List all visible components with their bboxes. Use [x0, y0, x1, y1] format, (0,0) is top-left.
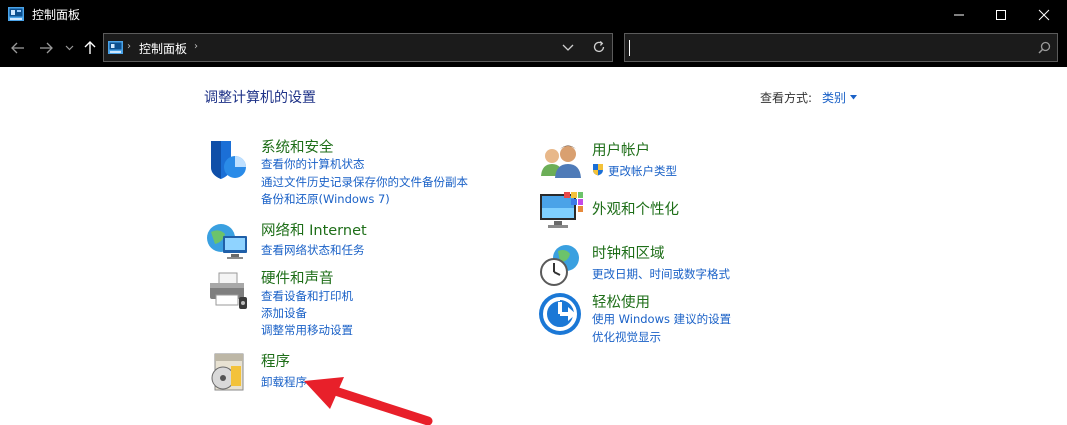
page-title: 调整计算机的设置 — [204, 90, 316, 106]
category-hardware-sound: 硬件和声音 查看设备和打印机 添加设备 调整常用移动设置 — [205, 267, 505, 342]
forward-button[interactable] — [36, 38, 56, 58]
category-appearance: 外观和个性化 — [538, 190, 838, 235]
link-windows-recommended-settings[interactable]: 使用 Windows 建议的设置 — [592, 311, 731, 327]
address-bar[interactable]: › 控制面板 › — [103, 33, 613, 62]
link-backup-restore[interactable]: 备份和还原(Windows 7) — [261, 191, 390, 207]
search-box[interactable] — [624, 33, 1058, 62]
recent-locations-button[interactable] — [62, 38, 76, 58]
link-view-computer-status[interactable]: 查看你的计算机状态 — [261, 156, 365, 172]
close-button[interactable] — [1021, 0, 1067, 30]
link-change-date-time-format[interactable]: 更改日期、时间或数字格式 — [592, 266, 730, 282]
printer-icon[interactable] — [205, 267, 251, 313]
link-optimize-visual-display[interactable]: 优化视觉显示 — [592, 329, 661, 345]
title-bar: 控制面板 — [0, 0, 1067, 30]
chevron-right-icon[interactable]: › — [194, 41, 198, 52]
minimize-button[interactable] — [936, 0, 982, 30]
maximize-button[interactable] — [978, 0, 1024, 30]
uac-shield-icon — [593, 164, 603, 176]
category-title-system[interactable]: 系统和安全 — [261, 136, 334, 157]
refresh-icon[interactable] — [592, 40, 606, 54]
clock-globe-icon[interactable] — [538, 242, 584, 288]
search-input[interactable] — [629, 37, 1029, 58]
control-panel-app-icon — [8, 7, 24, 21]
shield-icon[interactable] — [205, 137, 251, 183]
link-change-account-type[interactable]: 更改帐户类型 — [608, 163, 677, 179]
globe-network-icon[interactable] — [205, 218, 251, 264]
view-mode-dropdown[interactable]: 类别 — [822, 89, 846, 106]
caret-down-icon[interactable] — [850, 95, 858, 100]
breadcrumb-control-panel[interactable]: 控制面板 — [139, 40, 187, 57]
chevron-down-icon — [65, 45, 73, 51]
category-title-ease[interactable]: 轻松使用 — [592, 291, 650, 312]
monitor-palette-icon[interactable] — [538, 190, 584, 236]
control-panel-icon — [108, 41, 123, 54]
category-title-programs[interactable]: 程序 — [261, 350, 290, 371]
category-title-appearance[interactable]: 外观和个性化 — [592, 198, 679, 219]
text-caret — [629, 40, 630, 56]
maximize-icon — [996, 10, 1006, 20]
chevron-down-icon[interactable] — [562, 42, 574, 52]
up-button[interactable] — [80, 38, 100, 58]
arrow-right-icon — [40, 42, 53, 54]
view-mode-label: 查看方式: — [760, 91, 813, 105]
category-ease-of-access: 轻松使用 使用 Windows 建议的设置 优化视觉显示 — [538, 292, 838, 347]
control-panel-window: 控制面板 › 控制面板 › 调整计算机的设置 查看方式: 类别 系统和安全 查看… — [0, 0, 1067, 425]
chevron-right-icon: › — [127, 41, 131, 52]
category-system-security: 系统和安全 查看你的计算机状态 通过文件历史记录保存你的文件备份副本 备份和还原… — [205, 137, 505, 212]
window-title: 控制面板 — [32, 8, 81, 22]
annotation-arrow-icon — [304, 377, 433, 425]
view-mode: 查看方式: 类别 — [760, 89, 858, 106]
link-mobility-settings[interactable]: 调整常用移动设置 — [261, 322, 353, 338]
category-title-network[interactable]: 网络和 Internet — [261, 219, 367, 240]
minimize-icon — [954, 14, 964, 16]
category-title-hardware[interactable]: 硬件和声音 — [261, 267, 334, 288]
category-title-users[interactable]: 用户帐户 — [592, 139, 650, 160]
link-devices-printers[interactable]: 查看设备和打印机 — [261, 288, 353, 304]
programs-disc-icon[interactable] — [205, 350, 251, 396]
link-file-history-backup[interactable]: 通过文件历史记录保存你的文件备份副本 — [261, 174, 468, 190]
navigation-bar: › 控制面板 › — [0, 30, 1067, 67]
link-network-status[interactable]: 查看网络状态和任务 — [261, 242, 365, 258]
arrow-up-icon — [84, 41, 96, 54]
category-title-clock[interactable]: 时钟和区域 — [592, 242, 665, 263]
close-icon — [1038, 9, 1050, 21]
category-network-internet: 网络和 Internet 查看网络状态和任务 — [205, 218, 505, 263]
arrow-left-icon — [11, 42, 24, 54]
link-add-device[interactable]: 添加设备 — [261, 305, 307, 321]
ease-of-access-icon[interactable] — [538, 292, 584, 338]
category-user-accounts: 用户帐户 更改帐户类型 — [538, 140, 838, 185]
search-icon[interactable] — [1038, 41, 1051, 54]
category-clock-region: 时钟和区域 更改日期、时间或数字格式 — [538, 242, 838, 287]
back-button[interactable] — [8, 38, 28, 58]
users-icon[interactable] — [538, 140, 584, 186]
